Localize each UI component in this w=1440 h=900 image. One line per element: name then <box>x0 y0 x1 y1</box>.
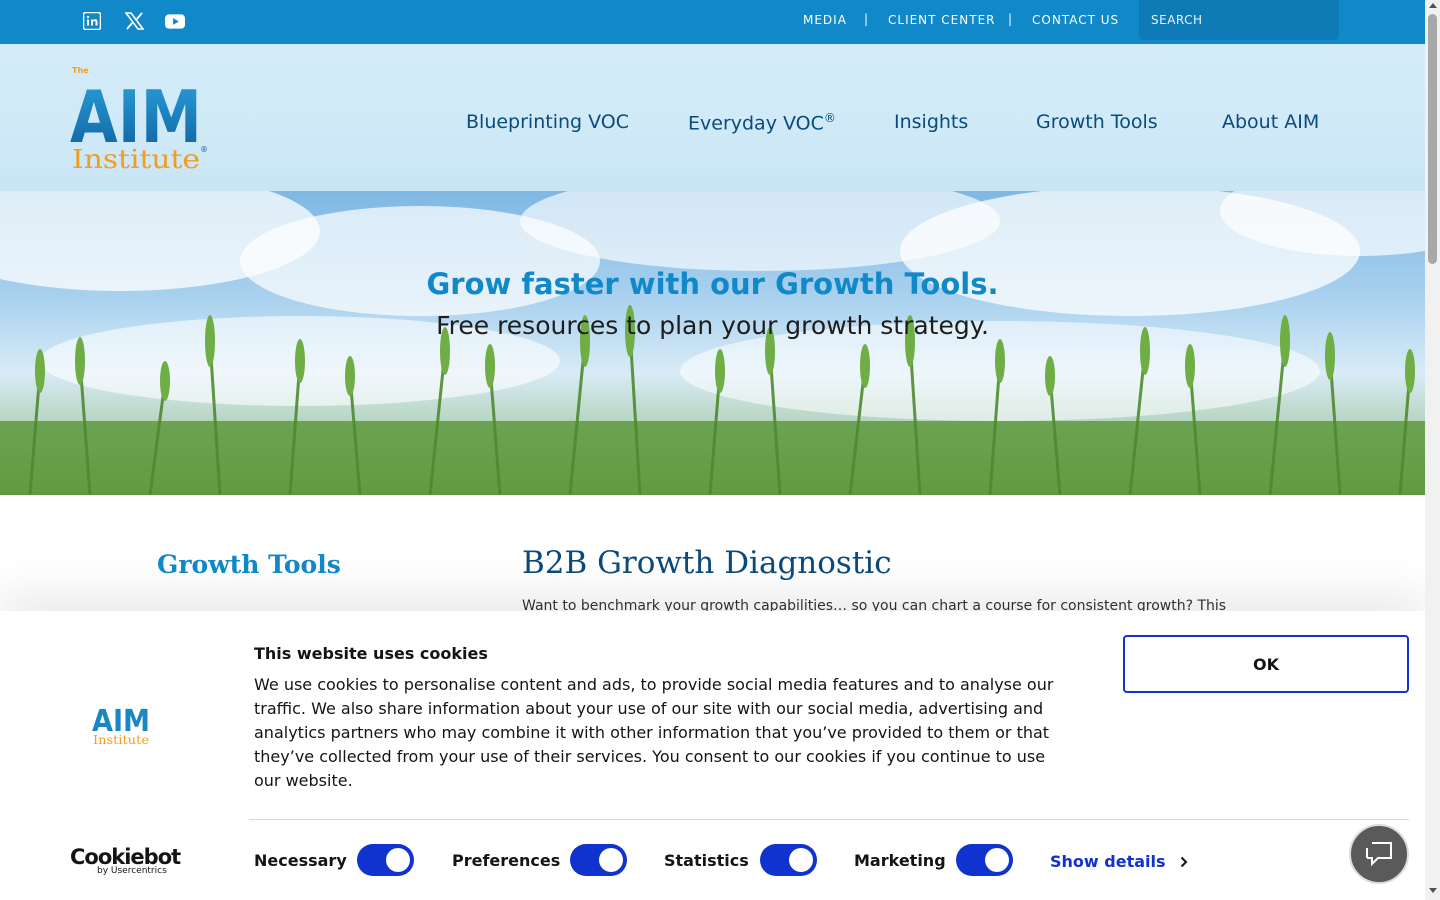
scrollbar-thumb[interactable] <box>1428 14 1437 264</box>
wheat-field-image <box>0 191 1425 495</box>
toggle-knob <box>599 848 623 872</box>
linkedin-icon[interactable] <box>82 11 102 31</box>
necessary-label: Necessary <box>254 851 347 870</box>
divider <box>249 819 1409 820</box>
chat-button[interactable] <box>1349 824 1409 884</box>
cookie-text: We use cookies to personalise content an… <box>254 675 1054 790</box>
nav-everyday-voc-label: Everyday VOC <box>688 112 824 135</box>
hero-banner: Grow faster with our Growth Tools. Free … <box>0 191 1425 495</box>
x-twitter-icon[interactable] <box>124 11 144 31</box>
aim-institute-logo-small: AIM Institute <box>92 704 150 747</box>
svg-text:Institute: Institute <box>72 145 200 174</box>
toggle-knob <box>789 848 813 872</box>
nav-blueprinting-voc[interactable]: Blueprinting VOC <box>466 111 629 133</box>
toggle-knob <box>985 848 1009 872</box>
nav-growth-tools[interactable]: Growth Tools <box>1036 111 1158 133</box>
marketing-toggle[interactable] <box>956 844 1013 876</box>
topnav-client-center[interactable]: CLIENT CENTER <box>888 13 996 27</box>
registered-mark: ® <box>823 111 836 125</box>
topnav-media[interactable]: MEDIA <box>803 13 847 27</box>
sidebar-title: Growth Tools <box>157 550 341 579</box>
page-title: B2B Growth Diagnostic <box>522 545 892 581</box>
ok-button[interactable]: OK <box>1123 635 1409 693</box>
cookie-title: This website uses cookies <box>254 644 488 663</box>
topnav-separator: | <box>1008 12 1013 26</box>
hero-subtitle: Free resources to plan your growth strat… <box>436 311 989 340</box>
show-details-link[interactable]: Show details <box>1050 852 1188 871</box>
hero-title: Grow faster with our Growth Tools. <box>426 267 999 301</box>
svg-text:®: ® <box>200 145 208 154</box>
scroll-down-arrow-icon[interactable] <box>1429 888 1437 893</box>
page-scrollbar[interactable] <box>1425 0 1440 900</box>
statistics-toggle[interactable] <box>760 844 817 876</box>
nav-about-aim[interactable]: About AIM <box>1222 111 1319 133</box>
toggle-knob <box>386 848 410 872</box>
svg-text:The: The <box>72 66 89 75</box>
aim-institute-logo[interactable]: The AIM Institute ® <box>70 64 210 174</box>
topnav-separator: | <box>864 12 869 26</box>
nav-everyday-voc[interactable]: Everyday VOC® <box>688 111 836 134</box>
search-input[interactable] <box>1139 0 1339 40</box>
cookie-banner: AIM Institute Cookiebot by Usercentrics … <box>0 611 1425 900</box>
site-header: The AIM Institute ® Blueprinting VOC Eve… <box>0 44 1425 191</box>
preferences-label: Preferences <box>452 851 561 870</box>
statistics-label: Statistics <box>664 851 749 870</box>
topnav-contact-us[interactable]: CONTACT US <box>1032 13 1119 27</box>
svg-text:Institute: Institute <box>93 733 149 747</box>
chevron-right-icon <box>1180 856 1187 867</box>
youtube-icon[interactable] <box>165 11 185 31</box>
chat-icon <box>1366 842 1392 867</box>
necessary-toggle[interactable] <box>357 844 414 876</box>
cookiebot-logo[interactable]: Cookiebot by Usercentrics <box>70 845 181 876</box>
scroll-up-arrow-icon[interactable] <box>1429 3 1437 8</box>
nav-insights[interactable]: Insights <box>894 111 968 133</box>
marketing-label: Marketing <box>854 851 946 870</box>
show-details-label: Show details <box>1050 852 1166 871</box>
preferences-toggle[interactable] <box>570 844 627 876</box>
top-bar: MEDIA | CLIENT CENTER | CONTACT US <box>0 0 1425 44</box>
